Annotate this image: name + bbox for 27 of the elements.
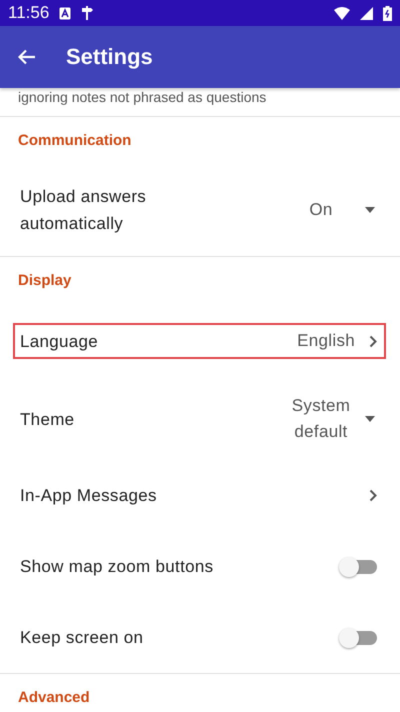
setting-label[interactable]: Theme xyxy=(20,406,74,432)
setting-label[interactable]: Language xyxy=(20,328,98,354)
setting-value: System default xyxy=(290,395,352,443)
notification-icon xyxy=(59,6,72,20)
dropdown-icon[interactable] xyxy=(365,416,375,422)
setting-value: English xyxy=(297,330,355,352)
app-bar-title: Settings xyxy=(66,44,153,70)
setting-summary: ignoring notes not phrased as questions xyxy=(18,88,268,106)
setting-value: On xyxy=(308,198,334,220)
status-time: 11:56 xyxy=(8,3,50,23)
setting-label[interactable]: Upload answers automatically xyxy=(20,182,210,236)
toggle-switch[interactable] xyxy=(341,630,377,644)
dropdown-icon[interactable] xyxy=(365,206,375,212)
setting-label[interactable]: In-App Messages xyxy=(20,482,157,508)
chevron-icon[interactable] xyxy=(369,488,377,502)
toggle-switch[interactable] xyxy=(341,560,377,574)
back-arrow-icon[interactable] xyxy=(18,49,36,65)
chevron-icon[interactable] xyxy=(369,334,377,348)
wifi-icon xyxy=(334,6,350,20)
section-header: Communication xyxy=(18,132,132,148)
setting-label[interactable]: Keep screen on xyxy=(20,624,144,651)
signal-icon xyxy=(360,6,373,20)
section-header: Advanced xyxy=(18,688,90,706)
signpost-icon xyxy=(81,6,94,20)
battery-icon xyxy=(383,6,392,20)
section-header: Display xyxy=(18,272,72,288)
setting-label[interactable]: Show map zoom buttons xyxy=(20,553,214,580)
